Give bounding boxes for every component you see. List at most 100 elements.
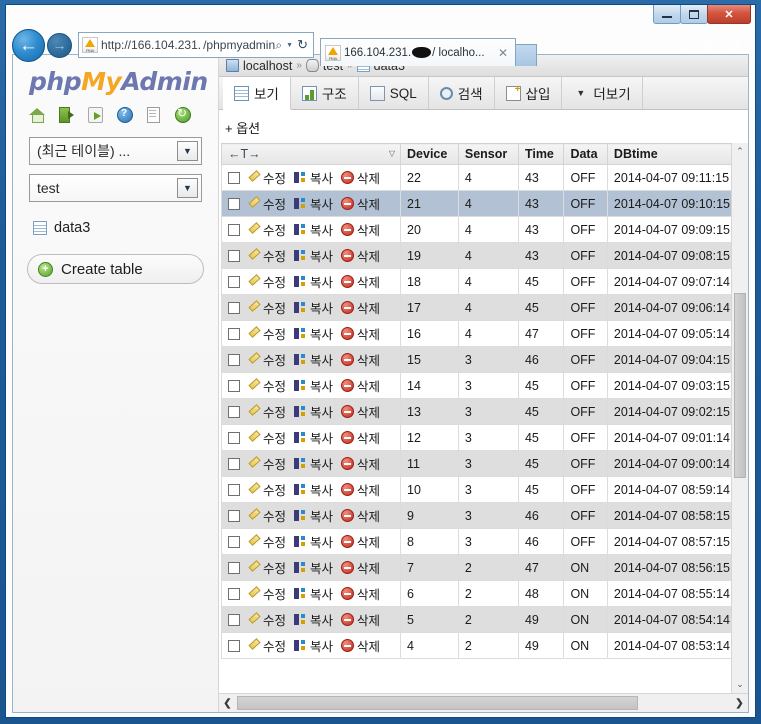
logout-icon[interactable] (58, 106, 75, 123)
copy-row-link[interactable]: 복사 (294, 584, 333, 603)
edit-row-link[interactable]: 수정 (247, 350, 286, 369)
reload-icon[interactable]: ↻ (297, 37, 308, 53)
chevron-down-icon[interactable]: ▼ (177, 178, 198, 198)
copy-row-link[interactable]: 복사 (294, 506, 333, 525)
row-checkbox[interactable] (228, 301, 240, 314)
copy-row-link[interactable]: 복사 (294, 272, 333, 291)
scroll-right-icon[interactable]: ❯ (731, 694, 748, 712)
docs-icon[interactable] (145, 106, 162, 123)
edit-row-link[interactable]: 수정 (247, 584, 286, 603)
copy-row-link[interactable]: 복사 (294, 246, 333, 265)
scroll-left-icon[interactable]: ❮ (219, 694, 236, 712)
column-header-sensor[interactable]: Sensor (457, 143, 519, 165)
edit-row-link[interactable]: 수정 (247, 532, 286, 551)
home-icon[interactable]: ⌂ (679, 38, 688, 53)
row-checkbox[interactable] (228, 431, 240, 444)
tab-insert[interactable]: 삽입 (495, 77, 563, 109)
minimize-button[interactable] (653, 5, 681, 24)
delete-row-link[interactable]: 삭제 (341, 246, 380, 265)
copy-row-link[interactable]: 복사 (294, 480, 333, 499)
settings-gear-icon[interactable]: ⚙ (728, 38, 741, 53)
copy-row-link[interactable]: 복사 (294, 324, 333, 343)
export-icon[interactable] (87, 106, 104, 123)
edit-row-link[interactable]: 수정 (247, 246, 286, 265)
delete-row-link[interactable]: 삭제 (341, 220, 380, 239)
table-row[interactable]: 수정 복사 삭제 7 2 47 ON 2014-04-07 08:56:15 (220, 554, 748, 581)
row-checkbox[interactable] (228, 613, 240, 626)
table-row[interactable]: 수정 복사 삭제 8 3 46 OFF 2014-04-07 08:57:15 (220, 528, 748, 555)
delete-row-link[interactable]: 삭제 (341, 376, 380, 395)
delete-row-link[interactable]: 삭제 (341, 532, 380, 551)
tab-search[interactable]: 검색 (429, 77, 495, 109)
row-checkbox[interactable] (228, 639, 240, 652)
delete-row-link[interactable]: 삭제 (341, 272, 380, 291)
browser-tab[interactable]: 166.104.231. / localho... ✕ (320, 38, 516, 66)
edit-row-link[interactable]: 수정 (247, 636, 286, 655)
table-row[interactable]: 수정 복사 삭제 19 4 43 OFF 2014-04-07 09:08:15 (220, 242, 748, 269)
edit-row-link[interactable]: 수정 (247, 194, 286, 213)
row-checkbox[interactable] (228, 353, 240, 366)
delete-row-link[interactable]: 삭제 (341, 454, 380, 473)
delete-row-link[interactable]: 삭제 (341, 350, 380, 369)
delete-row-link[interactable]: 삭제 (341, 558, 380, 577)
table-row[interactable]: 수정 복사 삭제 18 4 45 OFF 2014-04-07 09:07:14 (220, 268, 748, 295)
edit-row-link[interactable]: 수정 (247, 298, 286, 317)
row-checkbox[interactable] (228, 197, 240, 210)
copy-row-link[interactable]: 복사 (294, 532, 333, 551)
delete-row-link[interactable]: 삭제 (341, 584, 380, 603)
edit-row-link[interactable]: 수정 (247, 376, 286, 395)
copy-row-link[interactable]: 복사 (294, 194, 333, 213)
row-checkbox[interactable] (228, 379, 240, 392)
tab-browse[interactable]: 보기 (223, 77, 291, 110)
copy-row-link[interactable]: 복사 (294, 428, 333, 447)
tab-close-icon[interactable]: ✕ (495, 46, 511, 60)
copy-row-link[interactable]: 복사 (294, 220, 333, 239)
recent-tables-select[interactable]: (최근 테이블) ... ▼ (29, 137, 202, 165)
edit-row-link[interactable]: 수정 (247, 506, 286, 525)
row-checkbox[interactable] (228, 457, 240, 470)
table-row[interactable]: 수정 복사 삭제 21 4 43 OFF 2014-04-07 09:10:15 (220, 190, 748, 217)
sidebar-table-data3[interactable]: data3 (33, 220, 208, 236)
table-row[interactable]: 수정 복사 삭제 20 4 43 OFF 2014-04-07 09:09:15 (220, 216, 748, 243)
row-checkbox[interactable] (228, 327, 240, 340)
horizontal-scroll-thumb[interactable] (237, 696, 638, 710)
chevron-down-icon[interactable]: ▼ (286, 42, 293, 49)
horizontal-scrollbar[interactable]: ❮ ❯ (219, 693, 748, 712)
table-row[interactable]: 수정 복사 삭제 15 3 46 OFF 2014-04-07 09:04:15 (220, 346, 748, 373)
address-bar[interactable]: http://166.104.231. /phpmyadmin/i ⌕ ▼ ↻ (78, 32, 314, 58)
table-row[interactable]: 수정 복사 삭제 13 3 45 OFF 2014-04-07 09:02:15 (220, 398, 748, 425)
row-checkbox[interactable] (228, 509, 240, 522)
edit-row-link[interactable]: 수정 (247, 610, 286, 629)
edit-row-link[interactable]: 수정 (247, 480, 286, 499)
delete-row-link[interactable]: 삭제 (341, 506, 380, 525)
table-row[interactable]: 수정 복사 삭제 4 2 49 ON 2014-04-07 08:53:14 (220, 632, 748, 659)
tab-more[interactable]: ▼ 더보기 (562, 77, 643, 109)
maximize-button[interactable] (680, 5, 708, 24)
table-row[interactable]: 수정 복사 삭제 5 2 49 ON 2014-04-07 08:54:14 (220, 606, 748, 633)
vertical-scrollbar[interactable]: ⌃ ⌄ (731, 143, 748, 693)
table-row[interactable]: 수정 복사 삭제 14 3 45 OFF 2014-04-07 09:03:15 (220, 372, 748, 399)
copy-row-link[interactable]: 복사 (294, 376, 333, 395)
refresh-icon[interactable] (174, 106, 191, 123)
column-header-device[interactable]: Device (400, 143, 459, 165)
delete-row-link[interactable]: 삭제 (341, 298, 380, 317)
table-row[interactable]: 수정 복사 삭제 17 4 45 OFF 2014-04-07 09:06:14 (220, 294, 748, 321)
delete-row-link[interactable]: 삭제 (341, 428, 380, 447)
tab-sql[interactable]: SQL (359, 77, 429, 109)
row-checkbox[interactable] (228, 223, 240, 236)
vertical-scroll-thumb[interactable] (734, 293, 746, 478)
row-checkbox[interactable] (228, 275, 240, 288)
favorites-star-icon[interactable]: ★ (701, 38, 714, 53)
sort-caret-icon[interactable]: ▽ (389, 149, 395, 158)
forward-button[interactable]: → (47, 32, 72, 58)
row-checkbox[interactable] (228, 249, 240, 262)
database-select[interactable]: test ▼ (29, 174, 202, 202)
row-checkbox[interactable] (228, 587, 240, 600)
search-icon[interactable]: ⌕ (275, 38, 282, 53)
delete-row-link[interactable]: 삭제 (341, 480, 380, 499)
column-header-dbtime[interactable]: DBtime (606, 143, 748, 165)
copy-row-link[interactable]: 복사 (294, 610, 333, 629)
table-row[interactable]: 수정 복사 삭제 22 4 43 OFF 2014-04-07 09:11:15 (220, 164, 748, 191)
copy-row-link[interactable]: 복사 (294, 350, 333, 369)
create-table-button[interactable]: + Create table (27, 254, 204, 284)
